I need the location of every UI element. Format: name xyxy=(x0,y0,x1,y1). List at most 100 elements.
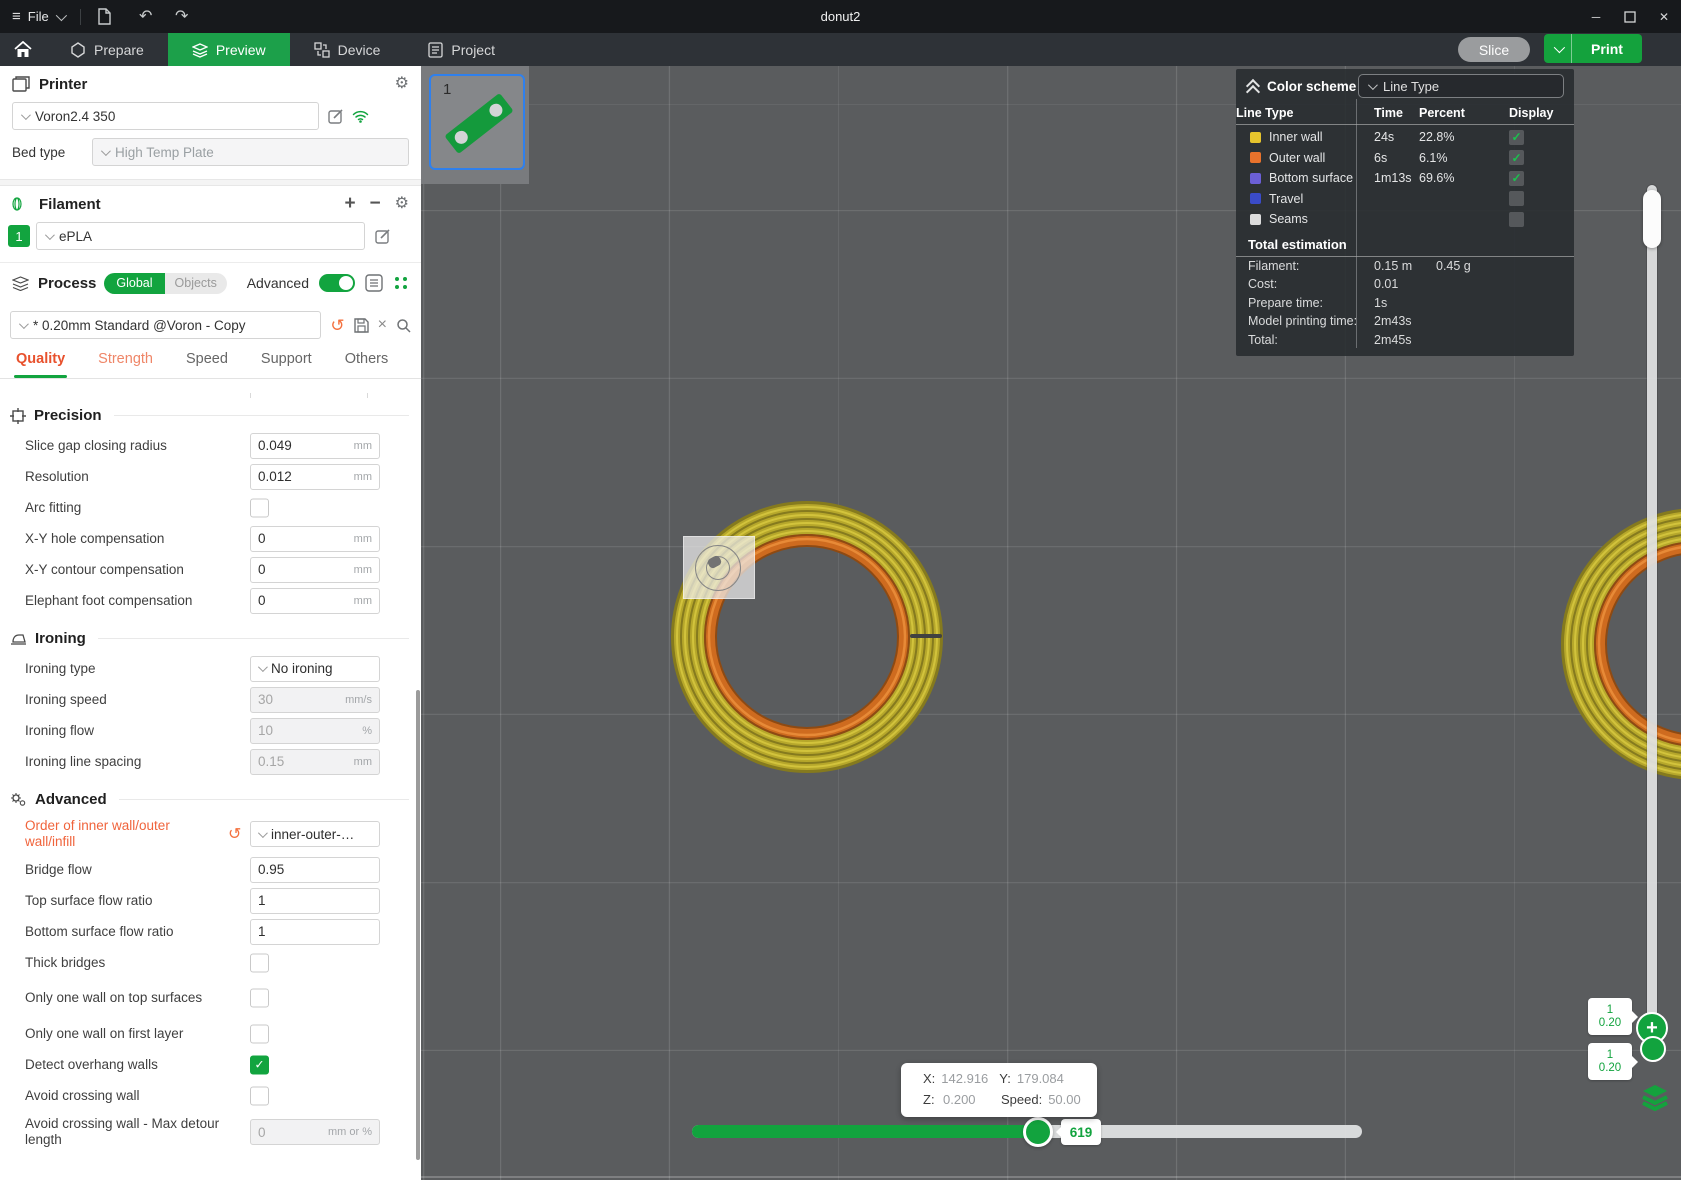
search-icon[interactable] xyxy=(396,318,411,333)
layer-slider-lower-thumb[interactable] xyxy=(1640,1036,1666,1062)
tab-device[interactable]: Device xyxy=(290,33,405,66)
xy-contour-compensation-input[interactable]: 0 mm xyxy=(250,556,380,583)
layers-icon[interactable] xyxy=(1641,1085,1669,1111)
only-one-wall-top-checkbox[interactable] xyxy=(250,988,269,1008)
wifi-connection-icon[interactable] xyxy=(352,109,369,123)
process-scope-toggle[interactable]: Global Objects xyxy=(104,272,227,294)
sidebar-scrollbar[interactable] xyxy=(416,690,420,1160)
maximize-button[interactable] xyxy=(1613,0,1647,33)
print-button[interactable]: Print xyxy=(1544,34,1642,63)
resolution-input[interactable]: 0.012 mm xyxy=(250,463,380,490)
reset-setting-icon[interactable]: ↺ xyxy=(228,824,241,844)
tab-others[interactable]: Others xyxy=(345,351,389,378)
ironing-type-select[interactable]: No ironing xyxy=(250,655,380,682)
view-mode-select[interactable]: Line Type xyxy=(1358,74,1564,98)
device-icon xyxy=(313,41,330,58)
layer-badge-top: 1 0.20 xyxy=(1588,998,1632,1035)
process-tab-bar: Quality Strength Speed Support Others xyxy=(0,339,421,378)
max-detour-length-input[interactable]: 0 mm or % xyxy=(250,1119,380,1145)
redo-button[interactable]: ↷ xyxy=(169,0,195,33)
slice-button[interactable]: Slice xyxy=(1458,37,1530,62)
tab-support[interactable]: Support xyxy=(261,351,312,378)
bed-type-select[interactable]: High Temp Plate xyxy=(92,138,409,166)
legend-row: Bottom surface 1m13s 69.6% ✓ xyxy=(1236,168,1574,189)
save-preset-icon[interactable] xyxy=(353,317,369,333)
move-slider-fill xyxy=(692,1125,1038,1138)
inner-wall-swatch xyxy=(1250,131,1261,143)
wall-order-select[interactable]: inner-outer-… xyxy=(250,821,380,847)
avoid-crossing-wall-checkbox[interactable] xyxy=(250,1086,269,1105)
tab-speed[interactable]: Speed xyxy=(186,351,228,378)
collapse-panel-icon[interactable] xyxy=(1245,78,1261,99)
preview-3d-viewport[interactable]: 1 Color scheme Line Type Line Type Time … xyxy=(421,66,1681,1180)
reset-preset-icon[interactable]: ↺ xyxy=(330,317,344,334)
filament-slot-badge[interactable]: 1 xyxy=(8,225,30,247)
tab-preview[interactable]: Preview xyxy=(167,33,290,66)
layer-slider-top-handle[interactable] xyxy=(1643,190,1661,248)
layer-slider-track[interactable] xyxy=(1647,185,1657,1030)
process-compare-icon[interactable] xyxy=(393,275,409,291)
setting-row: X-Y contour compensation 0 mm xyxy=(25,554,421,585)
setting-row: Detect overhang walls ✓ xyxy=(25,1049,421,1080)
filament-select[interactable]: ePLA xyxy=(36,222,365,250)
ironing-flow-input[interactable]: 10 % xyxy=(250,717,380,744)
xy-hole-compensation-input[interactable]: 0 mm xyxy=(250,525,380,552)
scope-global[interactable]: Global xyxy=(104,272,165,294)
donut-object-2[interactable] xyxy=(1567,514,1681,774)
ironing-line-spacing-input[interactable]: 0.15 mm xyxy=(250,748,380,775)
close-button[interactable]: ✕ xyxy=(1647,0,1681,33)
printer-name: Voron2.4 350 xyxy=(35,108,116,124)
bottom-surface-flow-ratio-input[interactable]: 1 xyxy=(250,918,380,945)
tab-quality[interactable]: Quality xyxy=(13,351,68,378)
ironing-group-header: Ironing xyxy=(0,616,421,653)
edit-printer-icon[interactable] xyxy=(328,108,344,124)
tab-strength[interactable]: Strength xyxy=(98,351,153,378)
estimation-row: Cost: 0.01 xyxy=(1248,277,1399,292)
slice-gap-closing-radius-input[interactable]: 0.049 mm xyxy=(250,432,380,459)
printer-settings-gear-icon[interactable]: ⚙ xyxy=(395,76,409,92)
minimize-button[interactable]: ─ xyxy=(1579,0,1613,33)
plate-thumbnail[interactable]: 1 xyxy=(429,74,525,170)
chevron-down-icon xyxy=(20,109,31,120)
setting-label: Ironing speed xyxy=(25,691,107,707)
add-filament-button[interactable]: + xyxy=(344,194,355,213)
bridge-flow-input[interactable]: 0.95 xyxy=(250,856,380,883)
only-one-wall-first-layer-checkbox[interactable] xyxy=(250,1024,269,1043)
advanced-mode-toggle[interactable] xyxy=(319,274,355,292)
view-mode-value: Line Type xyxy=(1383,78,1440,94)
thick-bridges-checkbox[interactable] xyxy=(250,953,269,972)
print-dropdown-chevron-icon[interactable] xyxy=(1544,34,1572,63)
top-surface-flow-ratio-input[interactable]: 1 xyxy=(250,887,380,914)
display-bottom-surface-checkbox[interactable]: ✓ xyxy=(1509,170,1524,186)
undo-button[interactable]: ↶ xyxy=(133,0,159,33)
tab-prepare[interactable]: Prepare xyxy=(46,33,168,66)
donut-hole-icon xyxy=(452,128,471,147)
edit-filament-icon[interactable] xyxy=(375,228,391,244)
parameter-list-icon[interactable] xyxy=(365,274,383,292)
tab-project[interactable]: Project xyxy=(404,33,519,66)
display-outer-wall-checkbox[interactable]: ✓ xyxy=(1509,150,1524,166)
new-project-button[interactable] xyxy=(97,8,123,25)
ironing-speed-input[interactable]: 30 mm/s xyxy=(250,686,380,713)
home-button[interactable] xyxy=(0,33,46,66)
display-travel-checkbox[interactable]: ✓ xyxy=(1509,191,1524,207)
printer-select[interactable]: Voron2.4 350 xyxy=(12,102,319,130)
setting-label: Resolution xyxy=(25,468,89,484)
setting-label: X-Y hole compensation xyxy=(25,530,165,546)
detect-overhang-walls-checkbox[interactable]: ✓ xyxy=(250,1055,269,1074)
scope-objects[interactable]: Objects xyxy=(164,272,227,294)
remove-filament-button[interactable]: − xyxy=(370,194,381,213)
printer-section-title: Printer xyxy=(39,75,88,93)
move-slider-handle[interactable] xyxy=(1023,1117,1053,1147)
file-menu[interactable]: ≡ File xyxy=(12,8,67,25)
delete-preset-icon[interactable]: × xyxy=(378,317,387,333)
setting-label: Bridge flow xyxy=(25,861,92,877)
setting-label: Slice gap closing radius xyxy=(25,437,167,453)
process-preset-select[interactable]: * 0.20mm Standard @Voron - Copy xyxy=(10,311,322,339)
arc-fitting-checkbox[interactable] xyxy=(250,498,269,517)
setting-row: X-Y hole compensation 0 mm xyxy=(25,523,421,554)
display-inner-wall-checkbox[interactable]: ✓ xyxy=(1509,129,1524,145)
elephant-foot-compensation-input[interactable]: 0 mm xyxy=(250,587,380,614)
display-seams-checkbox[interactable]: ✓ xyxy=(1509,211,1524,227)
filament-settings-gear-icon[interactable]: ⚙ xyxy=(395,196,409,212)
